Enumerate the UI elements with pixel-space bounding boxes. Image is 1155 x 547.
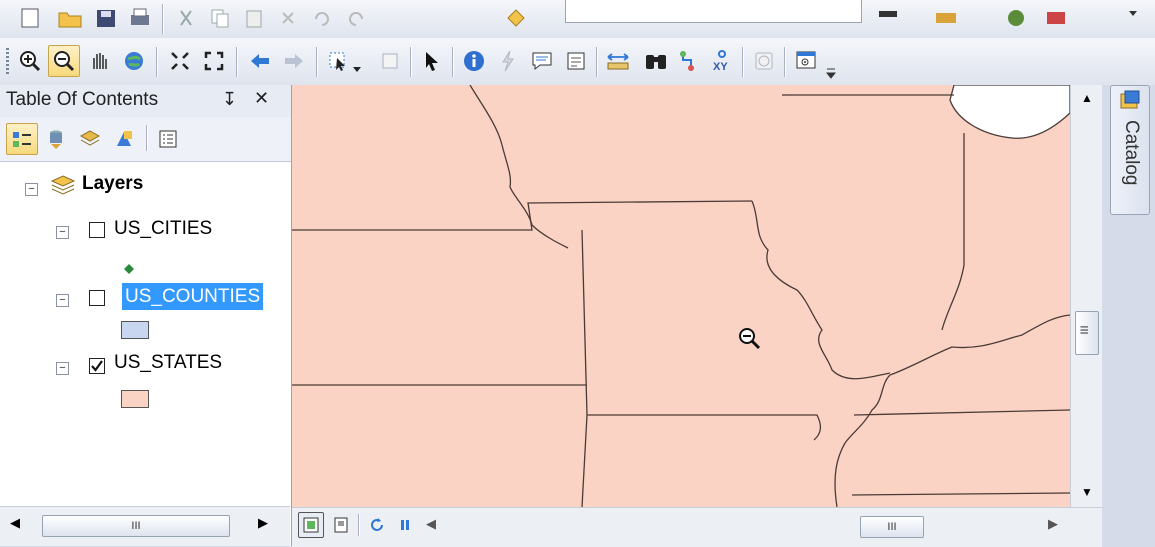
go-to-xy-icon[interactable]: XY bbox=[706, 45, 738, 77]
save-icon[interactable] bbox=[90, 2, 122, 34]
new-document-icon[interactable] bbox=[14, 2, 46, 34]
time-slider-icon[interactable] bbox=[748, 45, 780, 77]
collapse-layers-icon[interactable]: − bbox=[25, 183, 38, 196]
identify-icon[interactable] bbox=[458, 45, 490, 77]
print-icon[interactable] bbox=[124, 2, 156, 34]
open-folder-icon[interactable] bbox=[54, 2, 86, 34]
close-icon[interactable]: ✕ bbox=[254, 88, 269, 109]
catalog-label: Catalog bbox=[1121, 120, 1142, 186]
polygon-symbol-swatch[interactable] bbox=[121, 321, 149, 339]
toc-horizontal-scrollbar[interactable]: ◀ III ▶ bbox=[0, 506, 290, 546]
select-features-icon[interactable] bbox=[322, 45, 354, 77]
html-popup-icon[interactable] bbox=[526, 45, 558, 77]
pan-icon[interactable] bbox=[84, 45, 116, 77]
list-by-drawing-order-icon[interactable] bbox=[6, 123, 38, 155]
refresh-icon[interactable] bbox=[364, 512, 390, 538]
layer-name-us-cities[interactable]: US_CITIES bbox=[114, 218, 212, 240]
polygon-symbol-swatch[interactable] bbox=[121, 390, 149, 408]
measure-icon[interactable] bbox=[560, 45, 592, 77]
toc-view-tabs bbox=[0, 117, 291, 162]
list-by-source-icon[interactable] bbox=[40, 123, 72, 155]
measure-ruler-icon[interactable] bbox=[602, 45, 634, 77]
catalog-tab[interactable]: Catalog bbox=[1110, 85, 1150, 215]
scroll-down-icon[interactable]: ▼ bbox=[1081, 485, 1093, 499]
modelbuilder-icon[interactable] bbox=[1040, 2, 1072, 34]
standard-toolbar bbox=[0, 0, 1155, 39]
map-bottom-bar: ◀ III ▶ bbox=[292, 507, 1102, 547]
list-by-selection-icon[interactable] bbox=[108, 123, 140, 155]
layer-visibility-checkbox-checked[interactable] bbox=[89, 358, 105, 374]
scroll-up-icon[interactable]: ▲ bbox=[1081, 91, 1093, 105]
select-elements-icon[interactable] bbox=[416, 45, 448, 77]
scroll-thumb[interactable]: III bbox=[42, 515, 230, 537]
table-of-contents-panel: Table Of Contents ↧ ✕ − Layers − US_CITI bbox=[0, 85, 292, 546]
undo-icon[interactable] bbox=[306, 2, 338, 34]
fixed-zoom-out-icon[interactable] bbox=[198, 45, 230, 77]
data-view-button[interactable] bbox=[298, 512, 324, 538]
arctoolbox-icon[interactable] bbox=[930, 2, 962, 34]
scroll-left-icon[interactable]: ◀ bbox=[10, 515, 20, 531]
editor-icon[interactable] bbox=[872, 2, 904, 34]
collapse-layer-icon[interactable]: − bbox=[56, 362, 69, 375]
hyperlink-icon[interactable] bbox=[492, 45, 524, 77]
scroll-right-icon[interactable]: ▶ bbox=[258, 515, 268, 531]
map-vertical-scrollbar[interactable]: ▲ III ▼ bbox=[1070, 85, 1103, 507]
map-hscroll-thumb[interactable]: III bbox=[860, 516, 924, 538]
delete-icon[interactable] bbox=[272, 2, 304, 34]
cut-icon[interactable] bbox=[170, 2, 202, 34]
toc-options-icon[interactable] bbox=[152, 123, 184, 155]
layer-visibility-checkbox[interactable] bbox=[89, 290, 105, 306]
catalog-icon bbox=[1119, 90, 1141, 117]
state-boundaries bbox=[292, 85, 1070, 507]
pin-icon[interactable]: ↧ bbox=[222, 89, 237, 110]
layer-name-us-counties[interactable]: US_COUNTIES bbox=[122, 283, 264, 310]
viewer-window-icon[interactable] bbox=[790, 45, 822, 77]
dropdown-arrow-icon[interactable] bbox=[352, 60, 362, 78]
zoom-in-icon[interactable] bbox=[14, 45, 46, 77]
add-data-icon[interactable] bbox=[500, 2, 532, 34]
scale-input[interactable] bbox=[565, 0, 862, 23]
collapse-layer-icon[interactable]: − bbox=[56, 294, 69, 307]
layers-group-icon bbox=[50, 173, 76, 201]
list-by-visibility-icon[interactable] bbox=[74, 123, 106, 155]
layout-view-button[interactable] bbox=[328, 512, 354, 538]
layers-root-label[interactable]: Layers bbox=[82, 173, 143, 195]
layer-name-us-states[interactable]: US_STATES bbox=[114, 352, 222, 374]
paste-icon[interactable] bbox=[238, 2, 270, 34]
layer-visibility-checkbox[interactable] bbox=[89, 222, 105, 238]
back-extent-icon[interactable] bbox=[244, 45, 276, 77]
map-display[interactable] bbox=[292, 85, 1070, 507]
toc-title: Table Of Contents bbox=[6, 89, 159, 110]
point-symbol-icon[interactable] bbox=[124, 258, 134, 280]
tools-toolbar: XY bbox=[0, 38, 1155, 86]
svg-text:XY: XY bbox=[713, 61, 728, 73]
find-icon[interactable] bbox=[640, 45, 672, 77]
toolbar-overflow-icon[interactable] bbox=[1126, 6, 1140, 20]
forward-extent-icon[interactable] bbox=[278, 45, 310, 77]
clear-selection-icon[interactable] bbox=[374, 45, 406, 77]
full-extent-icon[interactable] bbox=[118, 45, 150, 77]
redo-icon[interactable] bbox=[340, 2, 372, 34]
zoom-out-cursor-icon bbox=[737, 326, 763, 357]
toolbar-options-icon[interactable] bbox=[825, 66, 837, 84]
collapse-layer-icon[interactable]: − bbox=[56, 226, 69, 239]
zoom-out-icon[interactable] bbox=[48, 45, 80, 77]
find-route-icon[interactable] bbox=[674, 45, 706, 77]
fixed-zoom-in-icon[interactable] bbox=[164, 45, 196, 77]
pause-drawing-icon[interactable] bbox=[392, 512, 418, 538]
copy-icon[interactable] bbox=[204, 2, 236, 34]
scroll-thumb[interactable]: III bbox=[1075, 311, 1099, 355]
toc-header: Table Of Contents ↧ ✕ bbox=[0, 85, 291, 118]
scroll-left-icon[interactable]: ◀ bbox=[426, 516, 436, 532]
python-icon[interactable] bbox=[1000, 2, 1032, 34]
scroll-right-icon[interactable]: ▶ bbox=[1048, 516, 1058, 532]
